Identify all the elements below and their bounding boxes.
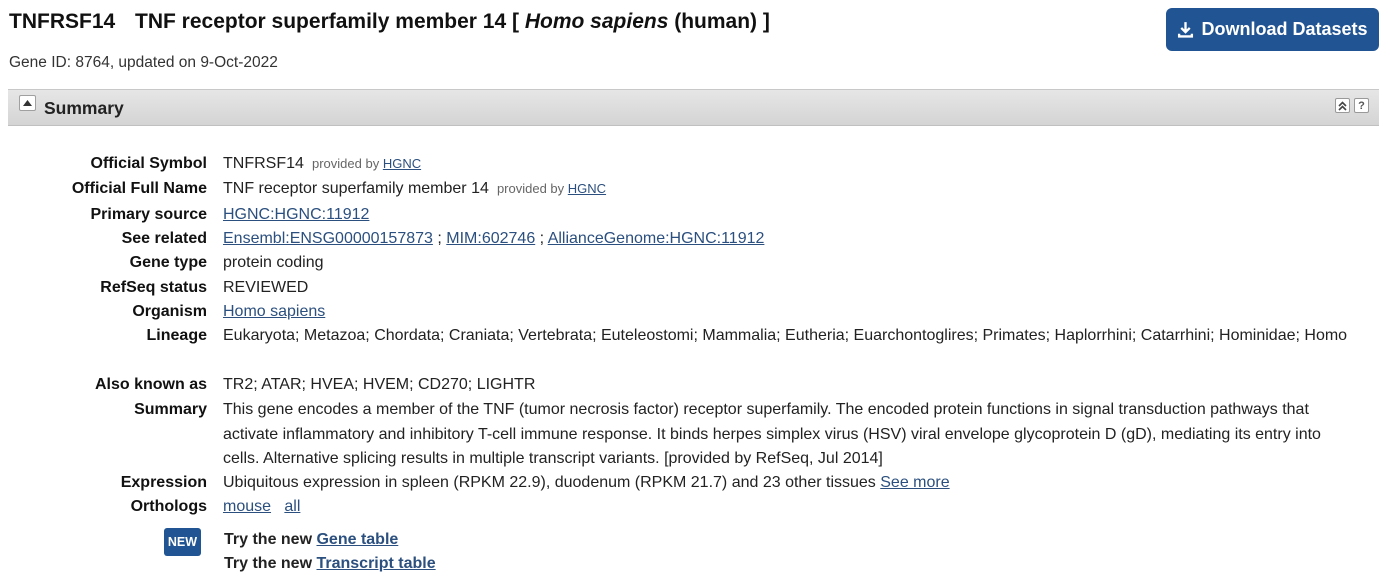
label-summary: Summary: [134, 401, 207, 418]
value-official-full-name: TNF receptor superfamily member 14 provi…: [223, 177, 1353, 202]
value-expression: Ubiquitous expression in spleen (RPKM 22…: [223, 471, 1353, 496]
gene-table-link[interactable]: Gene table: [316, 531, 398, 548]
value-primary-source: HGNC:HGNC:11912: [223, 203, 1353, 228]
provided-by: provided by HGNC: [308, 156, 421, 171]
value-also-known-as: TR2; ATAR; HVEA; HVEM; CD270; LIGHTR: [223, 376, 536, 393]
see-more-link[interactable]: See more: [880, 474, 949, 491]
provided-by: provided by HGNC: [493, 181, 606, 196]
value-lineage: Eukaryota; Metazoa; Chordata; Craniata; …: [223, 327, 1348, 344]
organism-link[interactable]: Homo sapiens: [223, 303, 325, 320]
label-see-related: See related: [121, 230, 207, 247]
ensembl-link[interactable]: Ensembl:ENSG00000157873: [223, 230, 433, 247]
value-summary: This gene encodes a member of the TNF (t…: [223, 401, 1321, 467]
value-organism: Homo sapiens: [223, 300, 1353, 325]
label-expression: Expression: [120, 474, 207, 491]
page-title: TNFRSF14 TNF receptor superfamily member…: [9, 10, 770, 34]
ortholog-all-link[interactable]: all: [284, 498, 300, 515]
label-official-symbol: Official Symbol: [90, 155, 207, 172]
label-primary-source: Primary source: [90, 206, 207, 223]
label-orthologs: Orthologs: [130, 498, 207, 515]
download-datasets-label: Download Datasets: [1201, 19, 1368, 39]
ortholog-mouse-link[interactable]: mouse: [223, 498, 271, 515]
download-icon: [1178, 22, 1194, 38]
value-gene-type: protein coding: [223, 254, 324, 271]
transcript-table-link[interactable]: Transcript table: [316, 555, 435, 572]
gene-id-line: Gene ID: 8764, updated on 9-Oct-2022: [9, 54, 278, 71]
value-official-symbol: TNFRSF14 provided by HGNC: [223, 152, 1353, 177]
collapse-section-button[interactable]: [19, 95, 36, 111]
try-transcript-table: Try the new Transcript table: [224, 555, 436, 573]
hgnc-link[interactable]: HGNC: [568, 181, 606, 196]
sep: ;: [539, 230, 545, 247]
caret-up-icon: [23, 100, 32, 106]
label-gene-type: Gene type: [129, 254, 207, 271]
gene-symbol: TNFRSF14: [9, 10, 116, 33]
hgnc-link[interactable]: HGNC: [383, 156, 421, 171]
organism-name: Homo sapiens: [524, 10, 669, 33]
gene-name: TNF receptor superfamily member 14 [: [135, 10, 519, 33]
download-datasets-button[interactable]: Download Datasets: [1166, 8, 1379, 51]
label-official-full-name: Official Full Name: [71, 180, 207, 197]
value-see-related: Ensembl:ENSG00000157873 ; MIM:602746 ; A…: [223, 227, 1353, 252]
provided-by-text: provided by: [311, 156, 380, 171]
primary-source-link[interactable]: HGNC:HGNC:11912: [223, 206, 369, 223]
try-prefix: Try the new: [224, 555, 313, 572]
new-badge: NEW: [164, 528, 201, 556]
full-name-text: TNF receptor superfamily member 14: [223, 180, 489, 197]
label-lineage: Lineage: [146, 327, 207, 344]
expression-text: Ubiquitous expression in spleen (RPKM 22…: [223, 474, 876, 491]
mim-link[interactable]: MIM:602746: [446, 230, 535, 247]
label-refseq-status: RefSeq status: [100, 279, 207, 296]
sep: ;: [437, 230, 442, 247]
try-prefix: Try the new: [224, 531, 313, 548]
summary-section-header: Summary ?: [8, 89, 1379, 126]
help-button[interactable]: ?: [1354, 98, 1369, 113]
label-also-known-as: Also known as: [94, 376, 207, 393]
value-refseq-status: REVIEWED: [223, 279, 309, 296]
label-organism: Organism: [132, 303, 207, 320]
organism-common: (human) ]: [674, 10, 770, 33]
provided-by-text: provided by: [496, 181, 565, 196]
section-title: Summary: [44, 98, 124, 118]
double-chevron-up-icon: [1338, 100, 1347, 111]
collapse-all-button[interactable]: [1335, 98, 1350, 113]
value-orthologs: mouse all: [223, 495, 1353, 520]
alliance-genome-link[interactable]: AllianceGenome:HGNC:11912: [548, 230, 765, 247]
try-gene-table: Try the new Gene table: [224, 531, 398, 549]
official-symbol-text: TNFRSF14: [223, 155, 304, 172]
